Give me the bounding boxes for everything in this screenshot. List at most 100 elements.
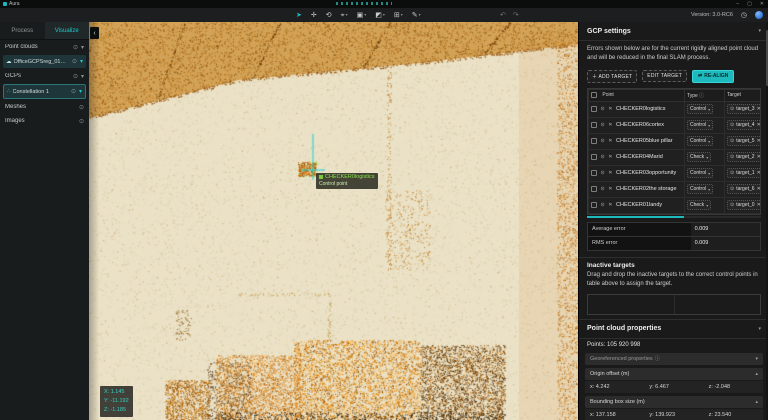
visibility-icon[interactable]: ⊙ bbox=[71, 88, 76, 95]
point-cloud-canvas[interactable] bbox=[89, 22, 578, 420]
orbit-tool[interactable]: ⟲ bbox=[326, 12, 332, 19]
type-dropdown[interactable]: Control ▾ bbox=[687, 168, 713, 178]
chevron-down-icon[interactable]: ▾ bbox=[364, 13, 366, 17]
row-checkbox[interactable] bbox=[591, 186, 597, 192]
type-dropdown[interactable]: Control ▾ bbox=[687, 120, 713, 130]
gcp-table-row[interactable]: ⊙ ✕ CHECKER03opportunity Control ▾ ⊙ tar… bbox=[589, 165, 762, 181]
close-button[interactable]: ✕ bbox=[760, 1, 764, 7]
type-dropdown[interactable]: Control ▾ bbox=[687, 184, 713, 194]
render-mode-tool[interactable]: ◩▾ bbox=[375, 12, 385, 19]
visibility-icon[interactable]: ⊙ bbox=[73, 44, 78, 51]
sidebar-collapse-button[interactable]: ‹ bbox=[90, 27, 99, 39]
section-point-clouds[interactable]: Point clouds ⊙ ▾ bbox=[0, 40, 89, 54]
select-all-checkbox[interactable] bbox=[591, 92, 597, 98]
inactive-targets-dropzone[interactable] bbox=[587, 294, 761, 315]
chevron-down-icon[interactable]: ▾ bbox=[81, 73, 84, 80]
edit-target-button[interactable]: EDIT TARGET bbox=[642, 70, 687, 82]
tab-visualize[interactable]: Visualize bbox=[45, 22, 90, 39]
row-checkbox[interactable] bbox=[591, 106, 597, 112]
chevron-down-icon[interactable]: ▾ bbox=[383, 13, 385, 17]
info-icon[interactable]: ⓘ bbox=[655, 355, 660, 362]
visibility-icon[interactable]: ⊙ bbox=[79, 104, 84, 111]
visibility-icon[interactable]: ⊙ bbox=[601, 202, 605, 208]
select-tool[interactable]: ➤ bbox=[296, 12, 302, 19]
clock-icon[interactable]: ◷ bbox=[741, 11, 747, 19]
chevron-down-icon[interactable]: ▾ bbox=[79, 88, 82, 95]
chevron-up-icon[interactable]: ▴ bbox=[755, 399, 758, 405]
visibility-icon[interactable]: ⊙ bbox=[601, 154, 605, 160]
section-images[interactable]: Images ⊙ bbox=[0, 114, 89, 128]
section-gcps[interactable]: GCPs ⊙ ▾ bbox=[0, 69, 89, 83]
delete-point-icon[interactable]: ✕ bbox=[608, 186, 612, 192]
gcp-table-row[interactable]: ⊙ ✕ CHECKER0logistics Control ▾ ⊙ target… bbox=[589, 101, 762, 117]
chevron-down-icon[interactable]: ▾ bbox=[419, 13, 421, 17]
chevron-down-icon[interactable]: ▾ bbox=[758, 326, 761, 332]
grid-tool[interactable]: ⊞▾ bbox=[394, 12, 403, 19]
info-icon[interactable]: ⓘ bbox=[699, 93, 704, 99]
account-avatar[interactable] bbox=[755, 11, 763, 19]
sidebar-item-point-cloud[interactable]: ☁ OfficeGCPSreg_01_lart... ⊙ ▾ bbox=[3, 55, 86, 68]
undo-icon[interactable]: ↶ bbox=[500, 11, 506, 19]
table-horizontal-scrollbar[interactable] bbox=[587, 216, 761, 218]
target-chip[interactable]: ⊙ target_4 ✕ bbox=[727, 120, 761, 130]
row-checkbox[interactable] bbox=[591, 202, 597, 208]
target-chip[interactable]: ⊙ target_3 ✕ bbox=[727, 104, 761, 114]
target-chip[interactable]: ⊙ target_2 ✕ bbox=[727, 152, 761, 162]
type-dropdown[interactable]: Check ▾ bbox=[687, 152, 711, 162]
row-checkbox[interactable] bbox=[591, 170, 597, 176]
add-target-button[interactable]: ＋ ADD TARGET bbox=[587, 70, 637, 83]
gcp-table-row[interactable]: ⊙ ✕ CHECKER02the storage Control ▾ ⊙ tar… bbox=[589, 181, 762, 197]
target-chip[interactable]: ⊙ target_0 ✕ bbox=[727, 200, 761, 210]
gcp-table-row[interactable]: ⊙ ✕ CHECKER06cortex Control ▾ ⊙ target_4… bbox=[589, 117, 762, 133]
visibility-icon[interactable]: ⊙ bbox=[601, 186, 605, 192]
delete-point-icon[interactable]: ✕ bbox=[608, 106, 612, 112]
gcp-table-row[interactable]: ⊙ ✕ CHECKER05blue pillar Control ▾ ⊙ tar… bbox=[589, 133, 762, 149]
target-chip[interactable]: ⊙ target_1 ✕ bbox=[727, 168, 761, 178]
pan-tool[interactable]: ✛ bbox=[311, 12, 317, 19]
visibility-icon[interactable]: ⊙ bbox=[601, 170, 605, 176]
chevron-down-icon[interactable]: ▾ bbox=[758, 28, 761, 34]
row-checkbox[interactable] bbox=[591, 122, 597, 128]
gcp-settings-header[interactable]: GCP settings ▾ bbox=[579, 22, 768, 41]
type-dropdown[interactable]: Check ▾ bbox=[687, 200, 711, 210]
origin-offset-bar[interactable]: Origin offset (m) ▴ bbox=[585, 368, 763, 380]
chevron-down-icon[interactable]: ▾ bbox=[401, 13, 403, 17]
chevron-down-icon[interactable]: ▾ bbox=[346, 13, 348, 17]
chevron-down-icon[interactable]: ▾ bbox=[755, 356, 758, 362]
visibility-icon[interactable]: ⊙ bbox=[601, 106, 605, 112]
type-dropdown[interactable]: Control ▾ bbox=[687, 104, 713, 114]
type-dropdown[interactable]: Control ▾ bbox=[687, 136, 713, 146]
chevron-up-icon[interactable]: ▴ bbox=[755, 371, 758, 377]
tab-process[interactable]: Process bbox=[0, 22, 45, 39]
delete-point-icon[interactable]: ✕ bbox=[608, 138, 612, 144]
visibility-icon[interactable]: ⊙ bbox=[601, 122, 605, 128]
redo-icon[interactable]: ↷ bbox=[513, 11, 519, 19]
visibility-icon[interactable]: ⊙ bbox=[601, 138, 605, 144]
visibility-icon[interactable]: ⊙ bbox=[79, 118, 84, 125]
sidebar-item-constellation[interactable]: ∴ Constellation 1 ⊙ ▾ bbox=[3, 84, 86, 99]
row-checkbox[interactable] bbox=[591, 154, 597, 160]
delete-point-icon[interactable]: ✕ bbox=[608, 202, 612, 208]
measure-tool[interactable]: ⌖▾ bbox=[341, 12, 348, 19]
visibility-icon[interactable]: ⊙ bbox=[72, 58, 77, 65]
maximize-button[interactable]: ▢ bbox=[747, 1, 752, 7]
section-meshes[interactable]: Meshes ⊙ bbox=[0, 100, 89, 114]
annotate-tool[interactable]: ✎▾ bbox=[412, 12, 421, 19]
gcp-table-row[interactable]: ⊙ ✕ CHECKER04Marid Check ▾ ⊙ target_2 ✕ … bbox=[589, 149, 762, 165]
georeferenced-properties-bar[interactable]: Georeferenced properties ⓘ ▾ bbox=[585, 353, 763, 365]
gcp-marker-label[interactable]: CHECKER0logistics Control point bbox=[316, 173, 378, 189]
chevron-down-icon[interactable]: ▾ bbox=[80, 58, 83, 65]
target-chip[interactable]: ⊙ target_6 ✕ bbox=[727, 184, 761, 194]
point-cloud-properties-header[interactable]: Point cloud properties ▾ bbox=[579, 320, 768, 339]
row-checkbox[interactable] bbox=[591, 138, 597, 144]
clip-box-tool[interactable]: ▣▾ bbox=[357, 12, 367, 19]
gcp-table-row[interactable]: ⊙ ✕ CHECKER01landy Check ▾ ⊙ target_0 ✕ … bbox=[589, 197, 762, 213]
chevron-down-icon[interactable]: ▾ bbox=[81, 44, 84, 51]
target-chip[interactable]: ⊙ target_5 ✕ bbox=[727, 136, 761, 146]
minimize-button[interactable]: – bbox=[736, 1, 739, 7]
delete-point-icon[interactable]: ✕ bbox=[608, 122, 612, 128]
bounding-box-bar[interactable]: Bounding box size (m) ▴ bbox=[585, 396, 763, 408]
delete-point-icon[interactable]: ✕ bbox=[608, 170, 612, 176]
realign-button[interactable]: ⇄ RE-ALIGN bbox=[692, 70, 734, 83]
visibility-icon[interactable]: ⊙ bbox=[73, 73, 78, 80]
